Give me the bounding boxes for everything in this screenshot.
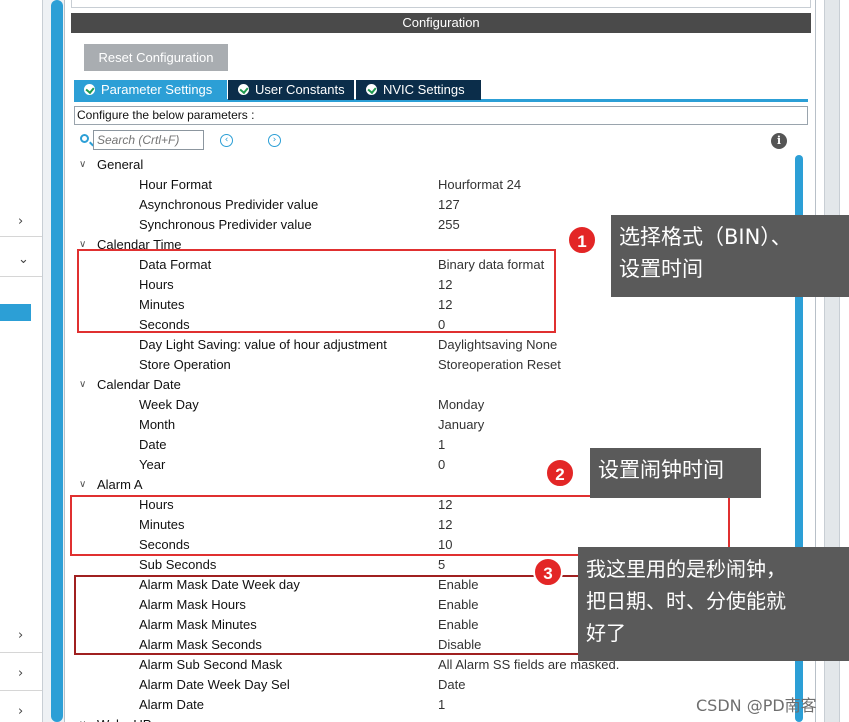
chevron-down-icon[interactable]: ⌄ [18,252,29,267]
check-circle-icon [84,84,95,95]
callout-text: 设置闹钟时间 [598,458,724,482]
tree-group-row[interactable]: ∨ Wake UP [74,715,796,722]
info-icon[interactable]: i [771,133,787,149]
tree-group-row[interactable]: ∨ General [74,155,796,175]
parameter-value[interactable]: Hourformat 24 [438,175,521,195]
chevron-down-icon[interactable]: ∨ [79,475,86,495]
step-badge: 1 [567,225,597,255]
configure-description: Configure the below parameters : [74,106,808,125]
screenshot-root: › ⌄ › › › Configuration Reset Configurat… [0,0,849,722]
parameter-name: Hour Format [139,177,212,192]
parameter-name: Alarm Date [139,697,205,712]
tree-group-label: Wake UP [97,715,151,722]
parameter-row[interactable]: Month January [74,415,796,435]
divider [0,690,42,691]
chevron-down-icon[interactable]: ∨ [79,715,86,722]
tree-group-label: Calendar Date [97,377,181,392]
panel-top-frame [71,0,811,8]
parameter-value[interactable]: 255 [438,215,460,235]
tab-label: NVIC Settings [383,82,465,97]
next-result-icon[interactable]: › [268,134,281,147]
configuration-header: Configuration [71,13,811,33]
highlight-box-calendar-time [77,249,556,333]
divider [0,276,42,277]
tree-group-label: Alarm A [97,477,143,492]
tab-bar: Parameter Settings User Constants NVIC S… [74,80,808,102]
tab-label: User Constants [255,82,345,97]
left-scrollbar[interactable] [51,0,63,722]
parameter-row[interactable]: Store Operation Storeoperation Reset [74,355,796,375]
parameter-value[interactable]: 1 [438,435,445,455]
parameter-value[interactable]: 5 [438,555,445,575]
parameter-value[interactable]: Monday [438,395,484,415]
parameter-value[interactable]: 127 [438,195,460,215]
parameter-name: Asynchronous Predivider value [139,197,319,212]
chevron-right-icon[interactable]: › [18,704,23,719]
chevron-right-icon[interactable]: › [18,214,23,229]
parameter-row[interactable]: Alarm Date 1 [74,695,796,715]
parameter-value[interactable]: Date [438,675,465,695]
callout-note: 我这里用的是秒闹钟， 把日期、时、分使能就 好了 [578,547,849,661]
chevron-right-icon[interactable]: › [18,628,23,643]
parameter-value[interactable]: Daylightsaving None [438,335,557,355]
callout-text: 把日期、时、分使能就 [586,589,786,613]
parameter-name: Sub Seconds [139,557,217,572]
chevron-down-icon[interactable]: ∨ [79,375,86,395]
step-badge: 3 [533,557,563,587]
divider [0,652,42,653]
check-circle-icon [366,84,377,95]
parameter-name: Alarm Sub Second Mask [139,657,283,672]
parameter-row[interactable]: Hour Format Hourformat 24 [74,175,796,195]
parameter-name: Date [139,437,167,452]
parameter-name: Synchronous Predivider value [139,217,312,232]
parameter-row[interactable]: Asynchronous Predivider value 127 [74,195,796,215]
divider [0,236,42,237]
tab-nvic-settings[interactable]: NVIC Settings [356,80,481,100]
callout-note: 设置闹钟时间 [590,448,761,498]
previous-result-icon[interactable]: ‹ [220,134,233,147]
reset-configuration-button[interactable]: Reset Configuration [84,44,228,71]
tab-user-constants[interactable]: User Constants [228,80,354,100]
callout-text: 设置时间 [619,257,703,281]
left-sidebar: › ⌄ › › › [0,0,42,722]
search-input[interactable] [93,130,204,150]
callout-text: 我这里用的是秒闹钟， [586,557,786,581]
callout-note: 选择格式（BIN）、 设置时间 [611,215,849,297]
parameter-name: Week Day [139,397,199,412]
parameter-value[interactable]: 0 [438,455,445,475]
parameter-value[interactable]: Storeoperation Reset [438,355,561,375]
check-circle-icon [238,84,249,95]
parameter-name: Day Light Saving: value of hour adjustme… [139,337,387,352]
tree-group-row[interactable]: ∨ Calendar Date [74,375,796,395]
chevron-down-icon[interactable]: ∨ [79,155,86,175]
parameter-value[interactable]: 1 [438,695,445,715]
chevron-right-icon[interactable]: › [18,666,23,681]
parameter-row[interactable]: Day Light Saving: value of hour adjustme… [74,335,796,355]
step-badge: 2 [545,458,575,488]
parameter-name: Year [139,457,166,472]
sidebar-selected-item[interactable] [0,304,31,321]
parameter-row[interactable]: Alarm Date Week Day Sel Date [74,675,796,695]
parameter-name: Alarm Date Week Day Sel [139,677,290,692]
parameter-value[interactable]: January [438,415,484,435]
callout-text: 好了 [586,621,626,645]
watermark: CSDN @PD南客 [696,696,817,715]
tab-label: Parameter Settings [101,82,213,97]
search-row: ‹ › i [74,130,808,152]
parameter-name: Month [139,417,176,432]
tree-group-label: General [97,157,144,172]
callout-text: 选择格式（BIN）、 [619,225,792,249]
parameter-row[interactable]: Week Day Monday [74,395,796,415]
search-icon [80,134,89,143]
tab-parameter-settings[interactable]: Parameter Settings [74,80,227,100]
parameter-name: Store Operation [139,357,231,372]
